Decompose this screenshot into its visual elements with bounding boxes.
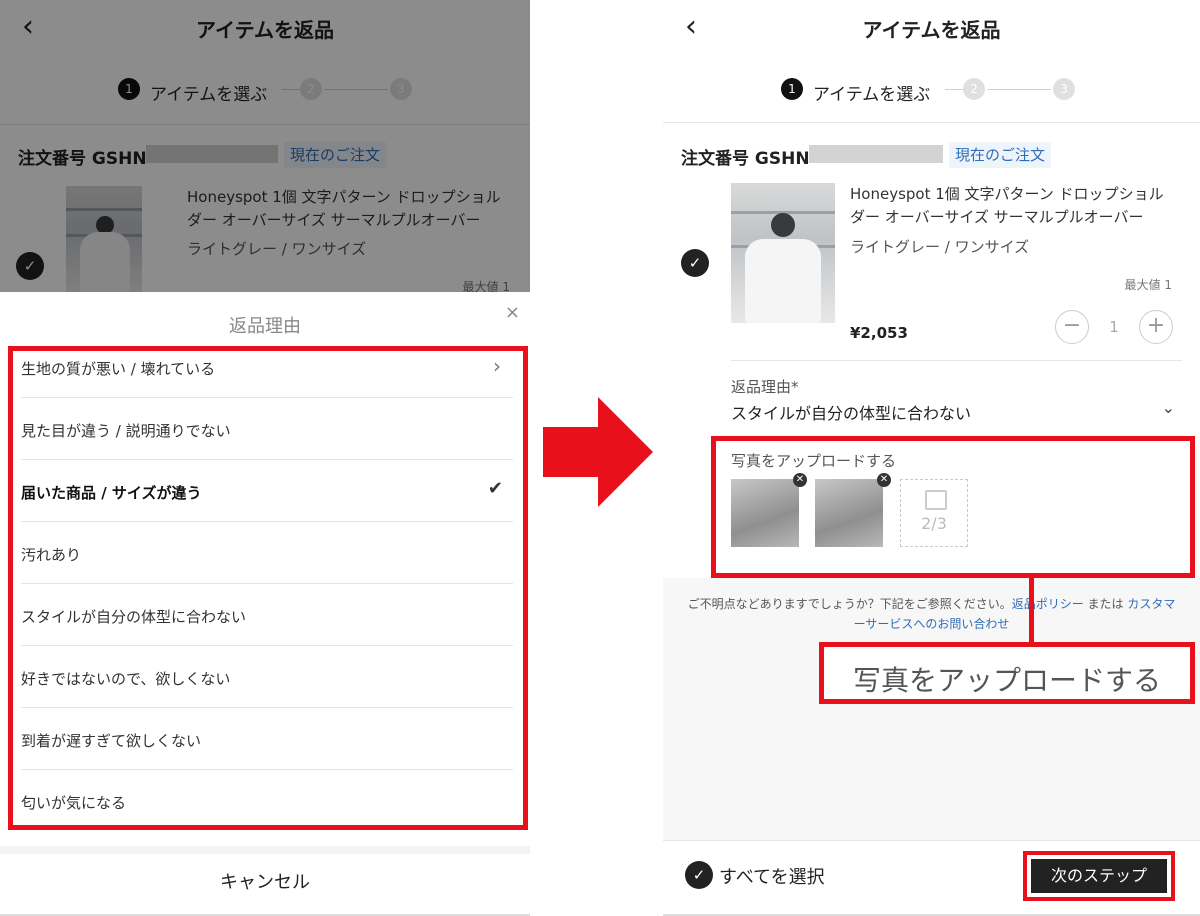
current-order-badge[interactable]: 現在のご注文 [949, 142, 1052, 168]
arrow-right-icon [543, 397, 653, 507]
decrease-button[interactable]: − [1055, 310, 1089, 344]
page-title: アイテムを返品 [862, 18, 1001, 42]
help-text: ご不明点などありますでしょうか？下記をご参照ください。返品ポリシー または カス… [683, 594, 1180, 634]
step-1-dot: 1 [781, 78, 803, 100]
annotation-highlight-box: 次のステップ [1023, 851, 1175, 901]
increase-button[interactable]: + [1139, 310, 1173, 344]
max-quantity-label: 最大値 1 [1124, 278, 1172, 292]
product-price: ¥2,053 [850, 324, 908, 342]
close-icon[interactable]: × [505, 302, 520, 323]
next-step-button[interactable]: 次のステップ [1031, 859, 1167, 893]
select-all-label[interactable]: すべてを選択 [719, 863, 825, 889]
divider [731, 360, 1182, 361]
reason-field-value: スタイルが自分の体型に合わない [731, 404, 972, 423]
annotation-highlight-box [8, 346, 528, 830]
cancel-button[interactable]: キャンセル [0, 868, 530, 894]
help-area: ご不明点などありますでしょうか？下記をご参照ください。返品ポリシー または カス… [663, 578, 1200, 840]
order-row: 注文番号 GSHN 現在のご注文 [681, 142, 1181, 170]
reason-field-label: 返品理由* [731, 378, 799, 396]
order-number-redaction [809, 145, 943, 163]
help-text-part: または [1083, 597, 1128, 611]
select-all-check-icon[interactable]: ✓ [685, 861, 713, 889]
annotation-connector [1029, 578, 1034, 644]
header: ‹ アイテムを返品 [663, 0, 1200, 60]
cancel-area: キャンセル [0, 846, 530, 916]
quantity-value[interactable]: 1 [1089, 310, 1139, 344]
step-3-dot: 3 [1053, 78, 1075, 100]
step-line [987, 89, 1051, 90]
product-variant: ライトグレー / ワンサイズ [850, 238, 1030, 256]
help-text-part: ご不明点などありますでしょうか？下記をご参照ください。 [687, 597, 1012, 611]
return-policy-link[interactable]: 返品ポリシー [1012, 597, 1084, 611]
dim-overlay[interactable] [0, 0, 530, 292]
order-number-label: 注文番号 GSHN [681, 149, 810, 169]
divider [663, 122, 1200, 123]
item-check-icon[interactable]: ✓ [681, 249, 709, 277]
quantity-stepper: − 1 + [1055, 310, 1173, 344]
right-phone-screen: ‹ アイテムを返品 1 アイテムを選ぶ 2 3 注文番号 GSHN 現在のご注文… [663, 0, 1200, 916]
step-1-label: アイテムを選ぶ [813, 85, 931, 105]
callout-text: 写真をアップロードする [852, 664, 1161, 697]
annotation-highlight-box [711, 436, 1195, 578]
sheet-title: 返品理由 [229, 316, 301, 337]
product-name: Honeyspot 1個 文字パターン ドロップショルダー オーバーサイズ サー… [850, 185, 1164, 226]
product-image [731, 183, 835, 323]
step-line [945, 89, 963, 90]
annotation-callout: 写真をアップロードする [819, 642, 1195, 704]
step-2-dot: 2 [963, 78, 985, 100]
chevron-down-icon: ⌄ [1161, 398, 1175, 417]
footer-bar: ✓ すべてを選択 次のステップ [663, 840, 1200, 916]
stepper: 1 アイテムを選ぶ 2 3 [663, 78, 1200, 108]
left-phone-screen: ‹ アイテムを返品 1 アイテムを選ぶ 2 3 注文番号 GSHN 現在のご注文… [0, 0, 530, 916]
